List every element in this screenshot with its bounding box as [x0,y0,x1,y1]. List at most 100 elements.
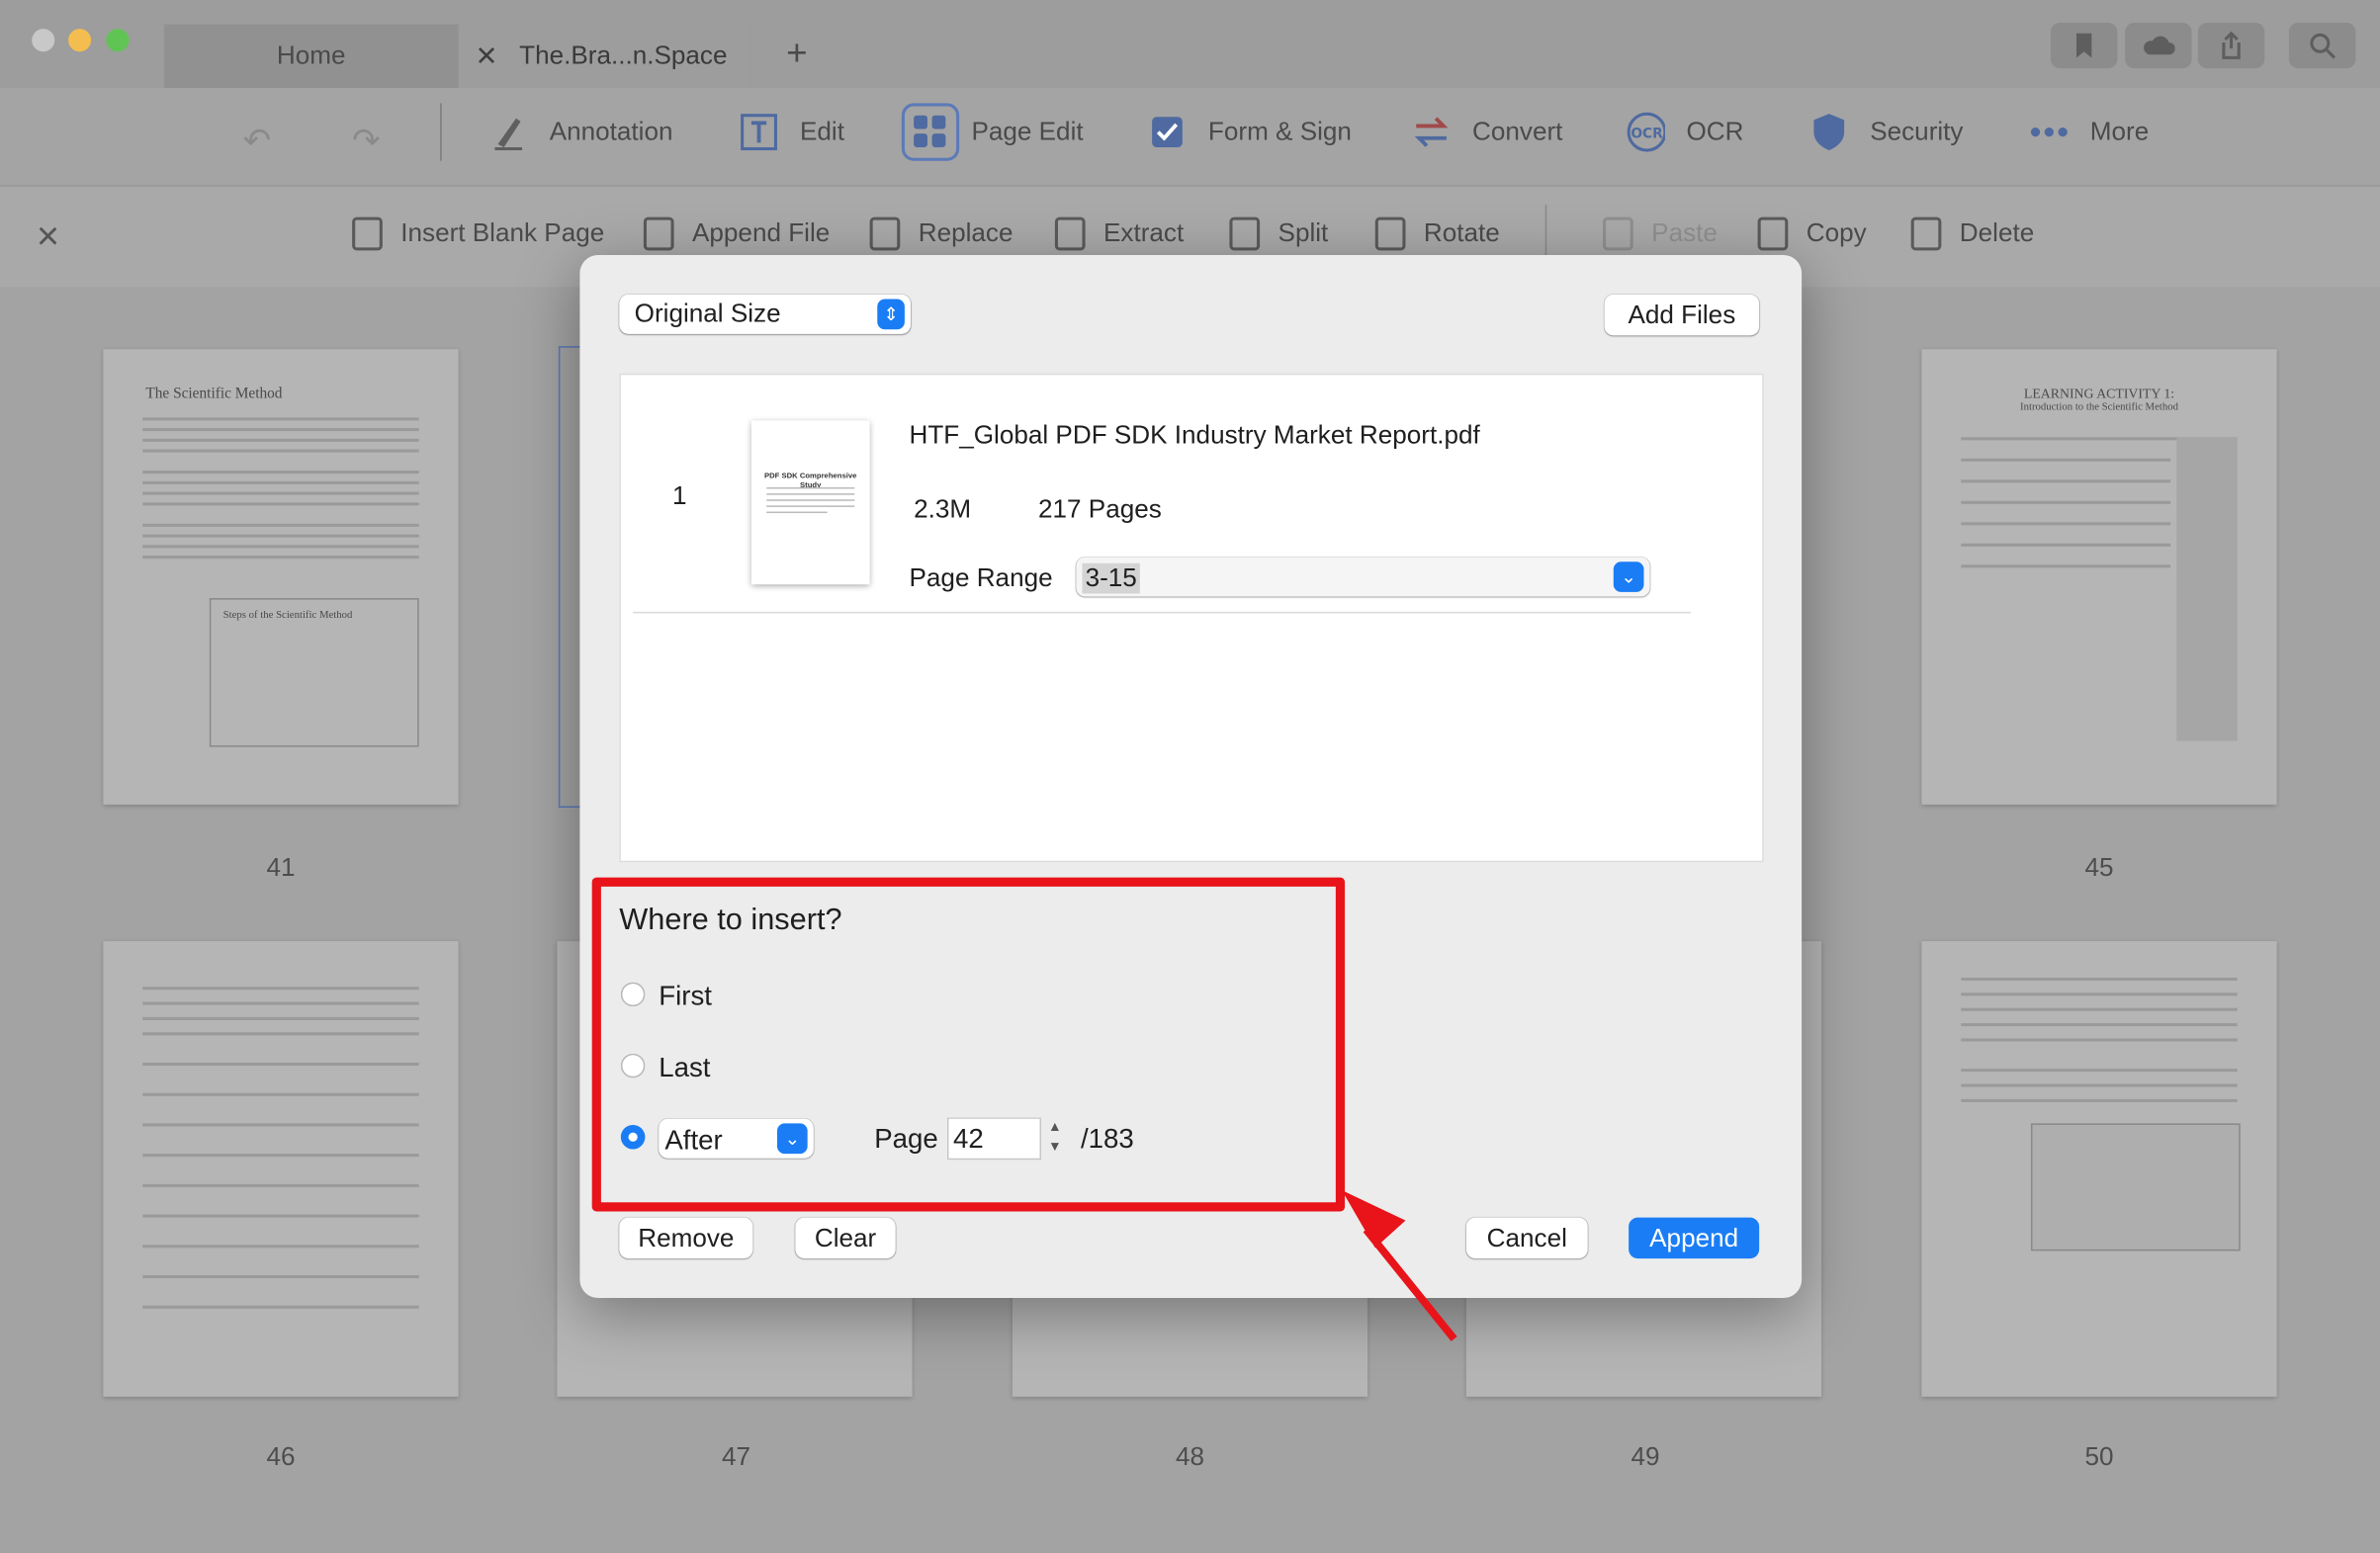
annotation-arrow-icon [1342,1189,1457,1341]
checkbox-icon [1148,113,1188,152]
file-size: 2.3M [914,494,972,524]
cloud-icon [2144,36,2175,55]
search-icon [2310,33,2336,59]
extract-icon [1054,216,1086,251]
tab-home[interactable]: Home [163,24,459,89]
insert-blank-page-button[interactable]: Insert Blank Page [352,216,605,251]
main-toolbar: ↶ ↷ Annotation Edit Page Edit Form & Sig… [0,88,2380,186]
cancel-button[interactable]: Cancel [1465,1217,1588,1259]
append-file-icon [643,216,674,251]
toolbar-ocr[interactable]: OCR OCR [1626,112,1743,152]
tab-home-label: Home [276,41,346,70]
thumbnail-title: The Scientific Method [145,386,283,402]
paste-label: Paste [1651,218,1718,248]
zoom-window-button[interactable] [106,29,130,52]
thumbnail-sidebar [2176,437,2238,741]
redo-icon[interactable]: ↷ [352,122,380,161]
file-page-count: 217 Pages [1037,494,1162,524]
page-number: 50 [2084,1441,2114,1472]
toolbar-divider [440,103,442,161]
toolbar-page-edit[interactable]: Page Edit [901,103,1084,161]
close-page-edit-icon[interactable]: × [37,213,59,260]
convert-icon [1412,113,1452,152]
undo-icon[interactable]: ↶ [243,122,271,161]
highlighter-icon [488,113,528,152]
append-file-button[interactable]: Append File [643,216,831,251]
highlight-annotation-box [591,877,1346,1212]
append-button[interactable]: Append [1629,1217,1760,1259]
copy-label: Copy [1806,218,1867,248]
toolbar-more-label: More [2089,117,2150,146]
page-thumbnail-50[interactable] [1921,941,2277,1397]
trash-icon [1910,216,1942,251]
page-number: 45 [2084,853,2114,883]
delete-button[interactable]: Delete [1910,216,2035,251]
thumbnail-table [2030,1123,2241,1251]
text-edit-icon [740,113,779,152]
new-tab-button[interactable]: + [786,34,808,76]
chevron-updown-icon: ⇕ [877,299,905,330]
minimize-window-button[interactable] [68,29,92,52]
toolbar-form-sign-label: Form & Sign [1207,117,1352,146]
page-number: 41 [266,853,296,883]
delete-label: Delete [1959,218,2035,248]
copy-icon [1757,216,1789,251]
toolbar-page-edit-label: Page Edit [971,117,1084,146]
tab-document-label: The.Bra...n.Space [519,41,728,70]
extract-label: Extract [1103,218,1185,248]
insert-blank-page-label: Insert Blank Page [400,218,605,248]
page-thumbnail-45[interactable]: LEARNING ACTIVITY 1: Introduction to the… [1921,349,2277,805]
split-icon [1229,216,1261,251]
tab-document[interactable]: ✕ The.Bra...n.Space [460,24,751,89]
toolbar-edit[interactable]: Edit [740,113,844,152]
bookmark-button[interactable] [2050,23,2118,69]
thumbnail-title: LEARNING ACTIVITY 1: [2023,386,2175,401]
insert-page-icon [352,216,383,251]
clear-button[interactable]: Clear [795,1217,896,1259]
page-range-value[interactable]: 3-15 [1082,562,1140,594]
page-thumbnail-41[interactable]: The Scientific Method Steps of the Scien… [103,349,459,805]
share-button[interactable] [2197,23,2265,69]
extract-button[interactable]: Extract [1054,216,1185,251]
thumbnail-box-title: Steps of the Scientific Method [222,608,353,622]
toolbar-edit-label: Edit [799,117,844,146]
split-label: Split [1278,218,1329,248]
page-size-value: Original Size [634,299,781,328]
paste-button[interactable]: Paste [1603,216,1718,251]
copy-button[interactable]: Copy [1757,216,1867,251]
file-thumbnail: PDF SDK Comprehensive Study [750,420,870,585]
toolbar-convert[interactable]: Convert [1412,113,1563,152]
page-thumbnail-46[interactable] [103,941,459,1397]
cloud-button[interactable] [2125,23,2192,69]
thumbnail-box: Steps of the Scientific Method [209,598,419,747]
toolbar-annotation[interactable]: Annotation [488,113,672,152]
toolbar-convert-label: Convert [1472,117,1563,146]
append-file-label: Append File [691,218,831,248]
split-button[interactable]: Split [1229,216,1329,251]
toolbar-form-sign[interactable]: Form & Sign [1148,113,1352,152]
remove-button[interactable]: Remove [619,1217,753,1259]
toolbar-more[interactable]: More [2029,113,2149,152]
replace-label: Replace [918,218,1014,248]
page-grid-icon [901,103,960,161]
file-list: 1 PDF SDK Comprehensive Study HTF_Global… [619,373,1764,863]
shield-icon [1809,113,1849,152]
page-number: 49 [1631,1441,1660,1472]
replace-icon [869,216,901,251]
close-window-button[interactable] [32,29,55,52]
page-size-select[interactable]: Original Size ⇕ [619,294,912,334]
chevron-down-icon: ⌄ [1613,561,1644,592]
page-range-label: Page Range [909,562,1053,592]
close-tab-icon[interactable]: ✕ [475,41,497,72]
search-button[interactable] [2288,23,2356,69]
toolbar-security-label: Security [1870,117,1964,146]
rotate-button[interactable]: Rotate [1374,216,1500,251]
page-range-select[interactable]: 3-15 ⌄ [1076,557,1650,597]
file-name: HTF_Global PDF SDK Industry Market Repor… [909,420,1480,450]
replace-button[interactable]: Replace [869,216,1014,251]
page-number: 47 [721,1441,751,1472]
toolbar-security[interactable]: Security [1809,113,1964,152]
file-index: 1 [672,480,687,510]
rotate-icon [1374,216,1406,251]
add-files-button[interactable]: Add Files [1604,294,1760,336]
